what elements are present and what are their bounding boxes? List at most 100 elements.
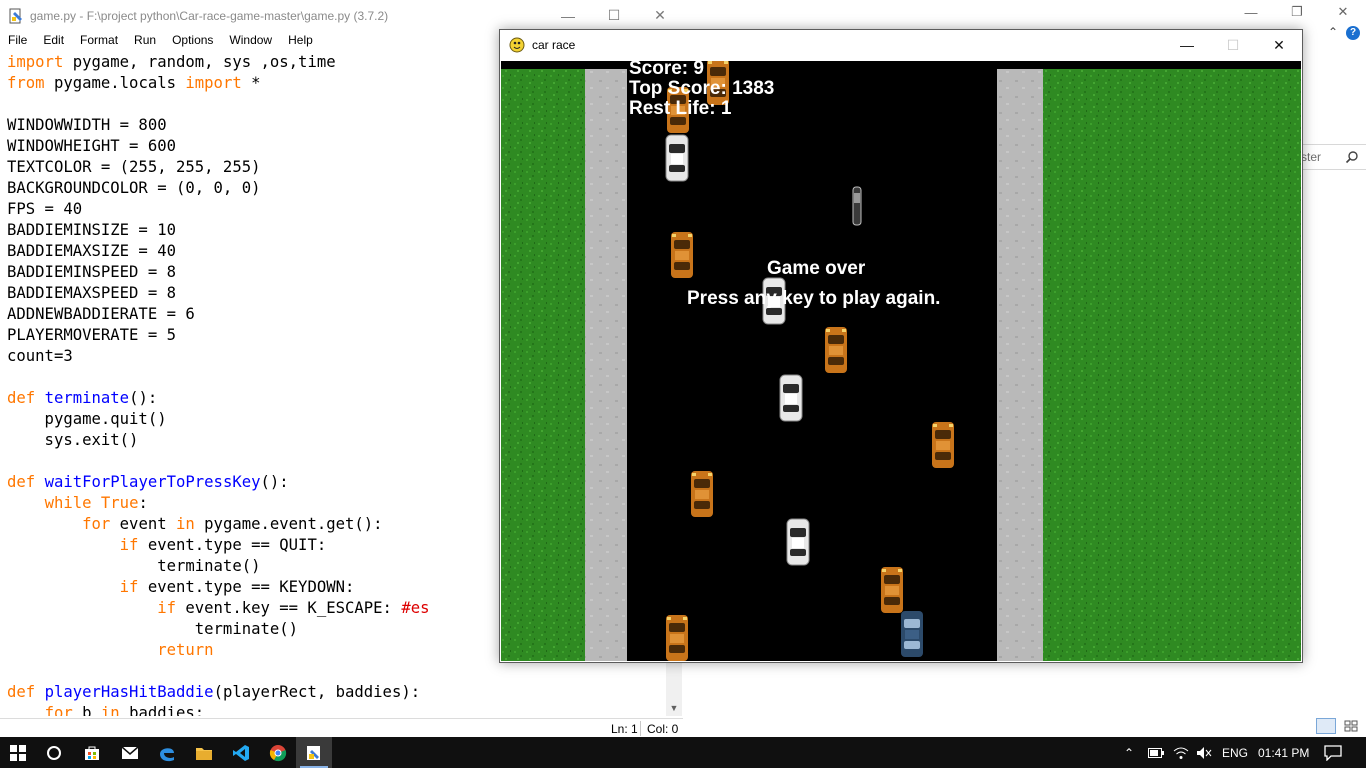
baddie-car	[665, 134, 689, 182]
code-token: event.type == KEYDOWN:	[138, 578, 355, 596]
code-token: terminate()	[7, 620, 299, 638]
code-token: ():	[260, 473, 289, 491]
speaker-muted-icon[interactable]	[1196, 737, 1212, 768]
cortana-icon[interactable]	[36, 737, 72, 768]
python-idle-icon[interactable]	[296, 737, 332, 768]
code-token: True	[100, 494, 139, 512]
code-token: TEXTCOLOR = (255, 255, 255)	[7, 158, 261, 176]
code-token: import	[185, 74, 242, 92]
code-token: from	[7, 74, 45, 92]
menu-help[interactable]: Help	[280, 31, 321, 51]
minimize-button[interactable]: —	[545, 0, 591, 31]
idle-title-bar[interactable]: game.py - F:\project python\Car-race-gam…	[0, 0, 683, 31]
code-token: ():	[129, 389, 158, 407]
menu-format[interactable]: Format	[72, 31, 126, 51]
race-minimize-button[interactable]: —	[1164, 30, 1210, 60]
race-close-button[interactable]: ✕	[1256, 30, 1302, 60]
code-token: pygame.event.get():	[194, 515, 383, 533]
code-token: BACKGROUNDCOLOR = (0, 0, 0)	[7, 179, 261, 197]
baddie-car-small	[852, 186, 862, 226]
game-canvas[interactable]: Score: 9 Top Score: 1383 Rest Life: 1 Ga…	[501, 61, 1301, 661]
code-token: BADDIEMAXSIZE = 40	[7, 242, 176, 260]
menu-window[interactable]: Window	[221, 31, 280, 51]
help-icon[interactable]: ?	[1346, 26, 1360, 40]
code-token: event	[110, 515, 176, 533]
menu-run[interactable]: Run	[126, 31, 164, 51]
windows-start-icon[interactable]	[0, 737, 36, 768]
baddie-car	[786, 518, 810, 566]
language-indicator[interactable]: ENG	[1222, 737, 1248, 768]
menu-options[interactable]: Options	[164, 31, 221, 51]
code-token: def	[7, 389, 36, 407]
mail-icon[interactable]	[112, 737, 148, 768]
search-icon	[1345, 151, 1358, 164]
menu-file[interactable]: File	[0, 31, 35, 51]
code-token: PLAYERMOVERATE = 5	[7, 326, 176, 344]
file-explorer-icon[interactable]	[186, 737, 222, 768]
sidewalk-left	[585, 61, 627, 661]
scroll-down-arrow[interactable]: ▼	[666, 700, 682, 716]
store-icon[interactable]	[74, 737, 110, 768]
line-indicator: Ln: 1	[611, 722, 638, 736]
search-box-text: ster	[1301, 150, 1322, 164]
idle-file-icon	[9, 8, 22, 23]
code-token: playerHasHitBaddie	[44, 683, 214, 701]
code-token: terminate	[44, 389, 130, 407]
close-button[interactable]: ✕	[637, 0, 683, 31]
code-token: in	[100, 704, 120, 716]
chrome-icon[interactable]	[260, 737, 296, 768]
code-token: pygame.quit()	[7, 410, 167, 428]
code-line[interactable]	[3, 661, 664, 682]
code-line[interactable]: def playerHasHitBaddie(playerRect, baddi…	[3, 682, 664, 703]
code-token: if	[119, 578, 139, 596]
edge-icon[interactable]	[149, 737, 185, 768]
vscode-icon[interactable]	[223, 737, 259, 768]
menu-edit[interactable]: Edit	[35, 31, 72, 51]
car-race-title-bar[interactable]: car race — ☐ ✕	[500, 30, 1302, 60]
grass-left	[501, 61, 585, 661]
top-score-text: Top Score: 1383	[629, 78, 775, 99]
bg-restore-button[interactable]: ❐	[1274, 0, 1320, 24]
code-token: pygame, random, sys ,os,time	[63, 53, 336, 71]
baddie-car	[671, 232, 693, 278]
pygame-snake-icon	[509, 37, 525, 53]
details-view-icon[interactable]	[1316, 718, 1336, 734]
large-icons-view-icon[interactable]	[1344, 720, 1358, 732]
baddie-car	[779, 374, 803, 422]
notifications-icon[interactable]	[1324, 737, 1342, 768]
code-token: count=3	[7, 347, 73, 365]
car-race-window[interactable]: car race — ☐ ✕ Score: 9 Top Score: 1383 …	[499, 29, 1303, 663]
wifi-icon[interactable]	[1173, 737, 1189, 768]
race-maximize-button: ☐	[1226, 36, 1240, 53]
clock[interactable]: 01:41 PM	[1258, 737, 1309, 768]
code-token: import	[7, 53, 64, 71]
player-car	[901, 611, 923, 657]
code-token: *	[241, 74, 261, 92]
code-token: for	[82, 515, 111, 533]
code-line[interactable]: for b in baddies:	[3, 703, 664, 716]
code-token: pygame.locals	[44, 74, 186, 92]
code-token: BADDIEMAXSPEED = 8	[7, 284, 176, 302]
bg-minimize-button[interactable]: —	[1228, 0, 1274, 24]
code-token: :	[138, 494, 148, 512]
maximize-button[interactable]: ☐	[591, 0, 637, 31]
search-box[interactable]: ster	[1300, 144, 1366, 170]
column-indicator: Col: 0	[647, 722, 679, 736]
baddie-car	[881, 567, 903, 613]
show-hidden-icons-chevron-icon[interactable]: ⌃	[1124, 737, 1134, 768]
idle-status-bar: Ln: 1 Col: 0	[0, 718, 683, 738]
battery-icon[interactable]	[1148, 737, 1164, 768]
code-token: if	[157, 599, 176, 617]
car-race-window-title: car race	[532, 38, 576, 52]
chevron-up-icon[interactable]: ⌃	[1328, 25, 1338, 39]
bg-close-button[interactable]: ✕	[1320, 0, 1366, 24]
sidewalk-right	[997, 61, 1043, 661]
